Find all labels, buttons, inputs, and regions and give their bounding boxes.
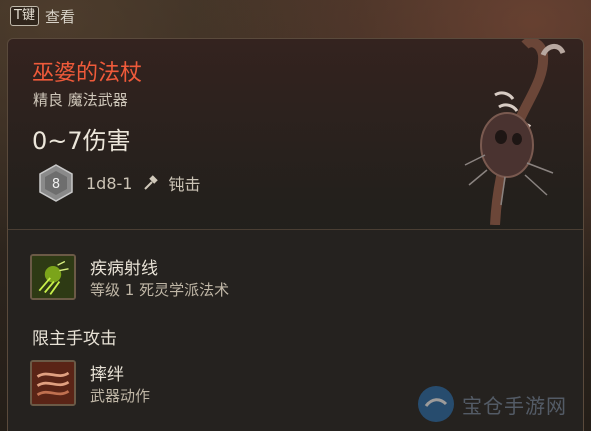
ability-name: 疾病射线 [90,259,158,279]
dice-formula: 1d8-1 [86,173,133,193]
ability-trip[interactable]: 摔绊 武器动作 [30,360,150,406]
d8-dice-icon: 8 [39,164,73,202]
watermark-logo-icon [418,386,454,422]
view-key-hint: T键 查看 [10,2,75,30]
item-tooltip: 巫婆的法杖 精良 魔法武器 0~7伤害 8 1d8-1 钝击 疾病射线 等级 1… [7,38,584,431]
site-watermark: 宝仓手游网 [416,384,567,424]
item-name: 巫婆的法杖 [32,61,143,86]
bludgeon-icon [144,175,159,190]
sickness-ray-icon [30,254,76,300]
t-key-badge: T键 [10,6,39,26]
witch-staff-image [464,39,566,225]
item-damage: 0~7伤害 [32,127,131,155]
view-label: 查看 [44,7,75,26]
main-hand-only-label: 限主手攻击 [32,329,117,349]
watermark-text: 宝仓手游网 [462,393,567,418]
dice-row: 8 1d8-1 钝击 [36,163,200,203]
tooltip-header: 巫婆的法杖 精良 魔法武器 0~7伤害 8 1d8-1 钝击 [8,39,583,229]
trip-icon [30,360,76,406]
item-rarity-type: 精良 魔法武器 [33,91,128,109]
damage-type: 钝击 [168,175,201,194]
dice-face-number: 8 [52,177,60,192]
ability-name: 摔绊 [90,365,124,385]
ability-detail: 等级 1 死灵学派法术 [90,281,230,299]
ability-sickness-ray[interactable]: 疾病射线 等级 1 死灵学派法术 [30,254,229,300]
ability-detail: 武器动作 [90,387,151,405]
